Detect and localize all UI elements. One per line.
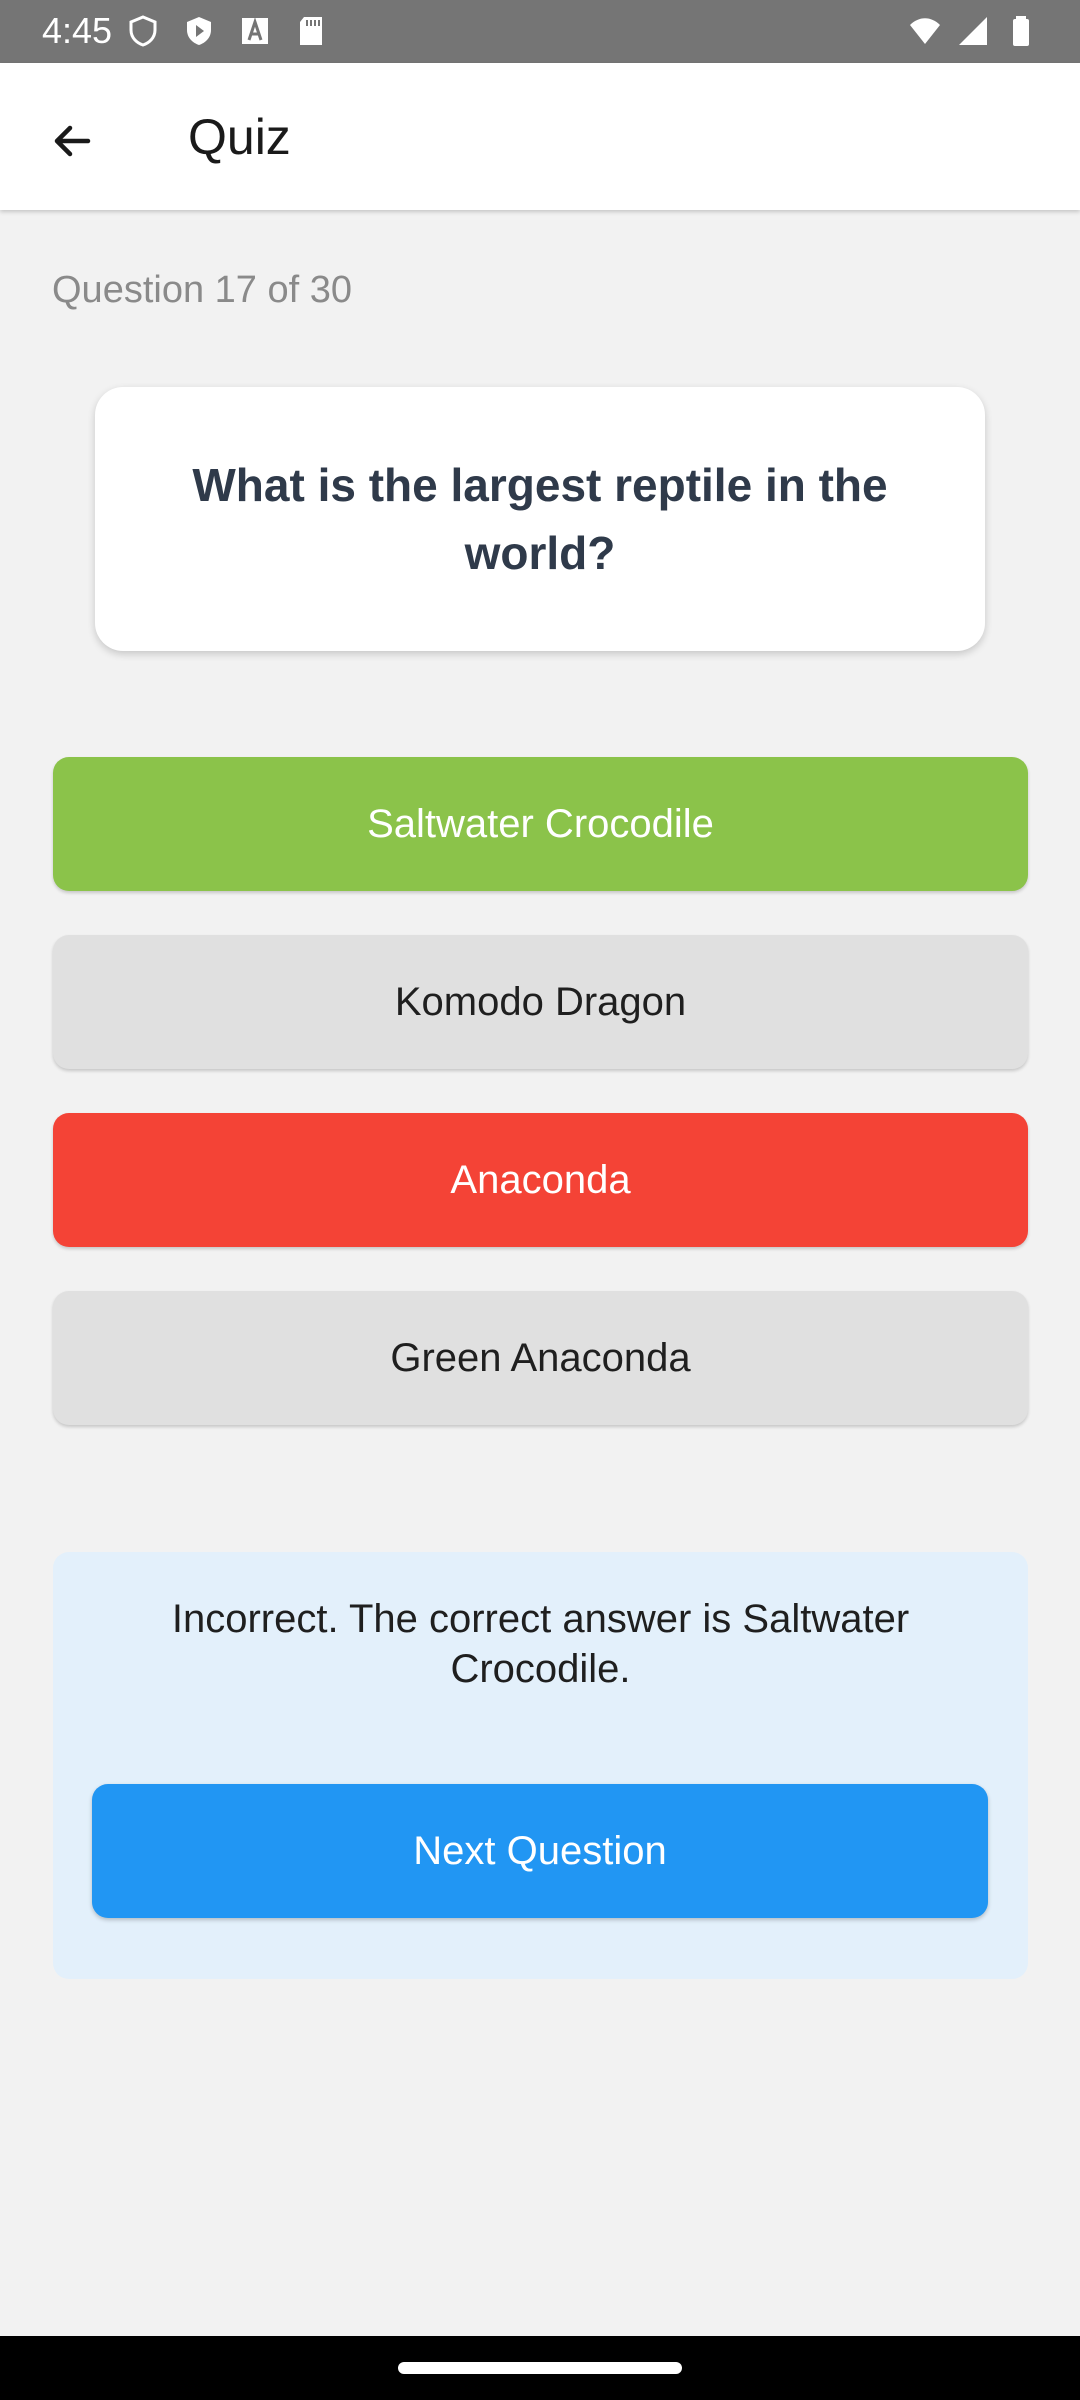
answer-option-green-anaconda[interactable]: Green Anaconda: [53, 1291, 1028, 1425]
font-icon: [238, 14, 272, 48]
question-card: What is the largest reptile in the world…: [95, 387, 985, 651]
app-bar: Quiz: [0, 63, 1080, 210]
status-time: 4:45: [42, 10, 113, 51]
question-text: What is the largest reptile in the world…: [192, 459, 888, 579]
question-progress: Question 17 of 30: [52, 269, 352, 311]
next-question-button[interactable]: Next Question: [92, 1784, 988, 1918]
battery-icon: [1004, 14, 1038, 48]
answer-option-komodo-dragon[interactable]: Komodo Dragon: [53, 935, 1028, 1069]
feedback-panel: Incorrect. The correct answer is Saltwat…: [53, 1552, 1028, 1979]
feedback-message: Incorrect. The correct answer is Saltwat…: [171, 1597, 910, 1691]
status-icons-right: [908, 14, 1038, 48]
arrow-left-icon: [54, 125, 91, 157]
signal-icon: [956, 14, 990, 48]
home-indicator[interactable]: [398, 2362, 682, 2374]
wifi-icon: [908, 14, 942, 48]
back-button[interactable]: [30, 99, 114, 183]
answer-option-anaconda[interactable]: Anaconda: [53, 1113, 1028, 1247]
answer-option-saltwater-crocodile[interactable]: Saltwater Crocodile: [53, 757, 1028, 891]
page-title: Quiz: [188, 109, 291, 165]
shield-icon: [126, 14, 160, 48]
navigation-bar: [0, 2336, 1080, 2400]
status-icons-left: [126, 14, 328, 48]
sd-card-icon: [294, 14, 328, 48]
status-bar: 4:45: [0, 0, 1080, 63]
play-protect-icon: [182, 14, 216, 48]
